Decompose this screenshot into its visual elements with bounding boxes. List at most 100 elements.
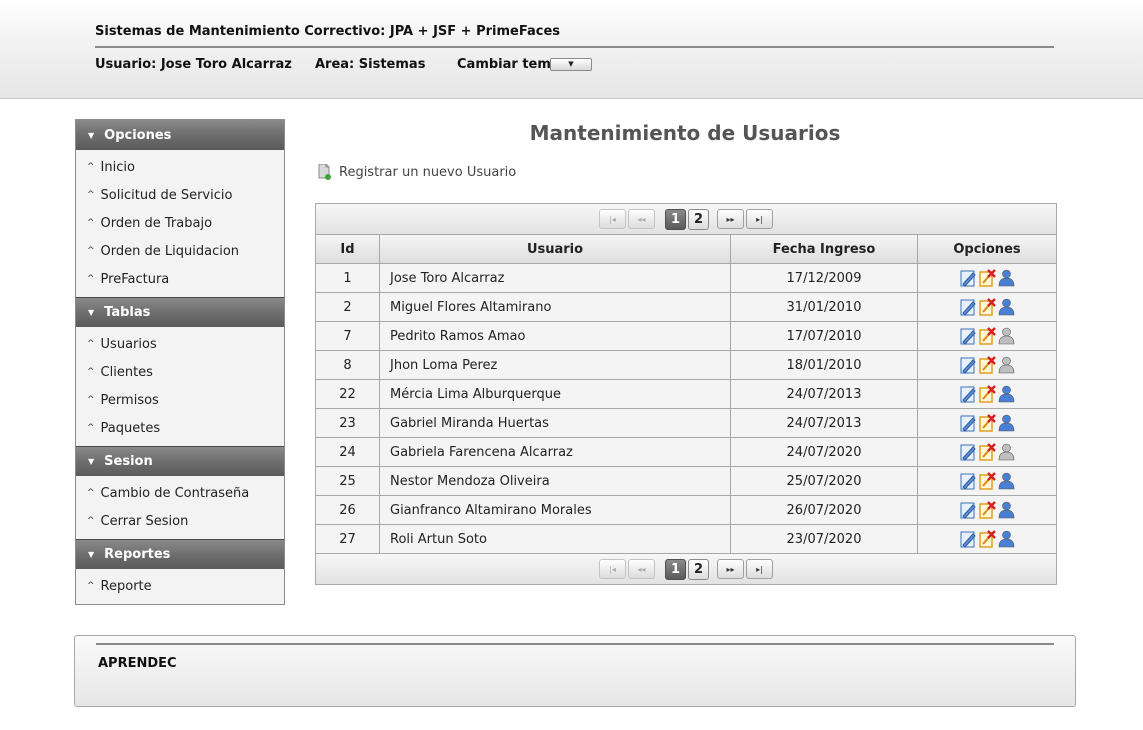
sidebar-item-orden-de-liquidacion[interactable]: ^ Orden de Liquidacion — [76, 237, 284, 265]
row-id: 22 — [316, 379, 380, 409]
edit-icon[interactable] — [960, 501, 977, 519]
first-page-button[interactable]: |◂ — [599, 559, 626, 579]
theme-dropdown[interactable]: ▼ — [550, 58, 592, 71]
table-row: 2 Miguel Flores Altamirano 31/01/2010 — [316, 292, 1056, 322]
row-user: Jhon Loma Perez — [379, 350, 731, 380]
menu-header-sesion[interactable]: ▼ Sesion — [76, 446, 284, 476]
app-footer: APRENDEC — [74, 635, 1076, 707]
edit-icon[interactable] — [960, 269, 977, 287]
delete-icon[interactable] — [978, 356, 996, 374]
caret-up-icon: ^ — [87, 190, 95, 200]
sidebar-item-paquetes[interactable]: ^ Paquetes — [76, 414, 284, 442]
last-page-button[interactable]: ▸| — [746, 209, 773, 229]
user-inactive-icon[interactable] — [998, 443, 1015, 461]
delete-icon[interactable] — [978, 385, 996, 403]
menu-header-opciones[interactable]: ▼ Opciones — [76, 120, 284, 150]
next-page-button[interactable]: ▸▸ — [717, 559, 744, 579]
edit-icon[interactable] — [960, 414, 977, 432]
sidebar-item-cerrar-sesion[interactable]: ^ Cerrar Sesion — [76, 507, 284, 535]
sidebar-item-solicitud-de-servicio[interactable]: ^ Solicitud de Servicio — [76, 181, 284, 209]
current-user: Usuario: Jose Toro Alcarraz — [95, 57, 292, 72]
sidebar-item-prefactura[interactable]: ^ PreFactura — [76, 265, 284, 293]
last-page-button[interactable]: ▸| — [746, 559, 773, 579]
edit-icon[interactable] — [960, 443, 977, 461]
delete-icon[interactable] — [978, 443, 996, 461]
user-active-icon[interactable] — [998, 501, 1015, 519]
row-options — [917, 263, 1056, 293]
page-title: Mantenimiento de Usuarios — [529, 121, 841, 145]
column-header-id[interactable]: Id — [316, 235, 380, 264]
sidebar-item-usuarios[interactable]: ^ Usuarios — [76, 330, 284, 358]
caret-up-icon: ^ — [87, 367, 95, 377]
edit-icon[interactable] — [960, 327, 977, 345]
user-active-icon[interactable] — [998, 298, 1015, 316]
sidebar-menu: ▼ Opciones ^ Inicio ^ Solicitud de Servicio ^ O… — [75, 119, 285, 605]
delete-icon[interactable] — [978, 269, 996, 287]
caret-up-icon: ^ — [87, 218, 95, 228]
column-header-fecha[interactable]: Fecha Ingreso — [730, 235, 918, 264]
prev-page-button[interactable]: ◂◂ — [628, 559, 655, 579]
first-page-button[interactable]: |◂ — [599, 209, 626, 229]
edit-icon[interactable] — [960, 298, 977, 316]
sidebar-item-orden-de-trabajo[interactable]: ^ Orden de Trabajo — [76, 209, 284, 237]
header-divider — [95, 46, 1054, 48]
current-area: Area: Sistemas — [315, 57, 426, 72]
row-user: Gabriela Farencena Alcarraz — [379, 437, 731, 467]
delete-icon[interactable] — [978, 327, 996, 345]
page-button-1[interactable]: 1 — [665, 208, 686, 230]
row-actions — [918, 269, 1056, 287]
row-options — [917, 292, 1056, 322]
sidebar-item-permisos[interactable]: ^ Permisos — [76, 386, 284, 414]
sidebar-item-label: Usuarios — [100, 336, 157, 352]
column-header-opciones: Opciones — [917, 235, 1056, 264]
triangle-down-icon: ▼ — [88, 308, 95, 317]
user-active-icon[interactable] — [998, 414, 1015, 432]
menu-section-tablas: ^ Usuarios ^ Clientes ^ Permisos ^ Paquetes — [76, 327, 284, 446]
page-button-2[interactable]: 2 — [688, 208, 709, 230]
menu-header-reportes[interactable]: ▼ Reportes — [76, 539, 284, 569]
menu-header-tablas[interactable]: ▼ Tablas — [76, 297, 284, 327]
edit-icon[interactable] — [960, 385, 977, 403]
delete-icon[interactable] — [978, 298, 996, 316]
delete-icon[interactable] — [978, 472, 996, 490]
next-page-button[interactable]: ▸▸ — [717, 209, 744, 229]
register-user-link[interactable]: Registrar un nuevo Usuario — [318, 163, 516, 180]
edit-icon[interactable] — [960, 472, 977, 490]
triangle-down-icon: ▼ — [88, 130, 95, 140]
sidebar-item-label: Inicio — [100, 159, 135, 175]
user-inactive-icon[interactable] — [998, 327, 1015, 345]
user-active-icon[interactable] — [998, 385, 1015, 403]
row-actions — [918, 298, 1056, 316]
caret-up-icon: ^ — [87, 581, 95, 591]
user-active-icon[interactable] — [998, 530, 1015, 548]
row-user: Pedrito Ramos Amao — [379, 321, 731, 351]
delete-icon[interactable] — [978, 501, 996, 519]
delete-icon[interactable] — [978, 530, 996, 548]
row-date: 18/01/2010 — [730, 350, 918, 380]
sidebar-item-inicio[interactable]: ^ Inicio — [76, 153, 284, 181]
row-actions — [918, 501, 1056, 519]
row-options — [917, 524, 1056, 553]
row-options — [917, 466, 1056, 496]
column-header-usuario[interactable]: Usuario — [379, 235, 731, 264]
footer-divider — [96, 643, 1054, 645]
row-date: 17/12/2009 — [730, 263, 918, 293]
row-user: Jose Toro Alcarraz — [379, 263, 731, 293]
row-options — [917, 321, 1056, 351]
row-id: 8 — [316, 350, 380, 380]
edit-icon[interactable] — [960, 356, 977, 374]
delete-icon[interactable] — [978, 414, 996, 432]
page-button-2[interactable]: 2 — [688, 558, 709, 580]
sidebar-item-reporte[interactable]: ^ Reporte — [76, 572, 284, 600]
sidebar-item-cambio-de-contrasena[interactable]: ^ Cambio de Contraseña — [76, 479, 284, 507]
prev-page-button[interactable]: ◂◂ — [628, 209, 655, 229]
user-active-icon[interactable] — [998, 269, 1015, 287]
row-id: 2 — [316, 292, 380, 322]
sidebar-item-clientes[interactable]: ^ Clientes — [76, 358, 284, 386]
edit-icon[interactable] — [960, 530, 977, 548]
user-inactive-icon[interactable] — [998, 356, 1015, 374]
row-options — [917, 379, 1056, 409]
user-active-icon[interactable] — [998, 472, 1015, 490]
page-button-1[interactable]: 1 — [665, 558, 686, 580]
row-date: 24/07/2020 — [730, 437, 918, 467]
